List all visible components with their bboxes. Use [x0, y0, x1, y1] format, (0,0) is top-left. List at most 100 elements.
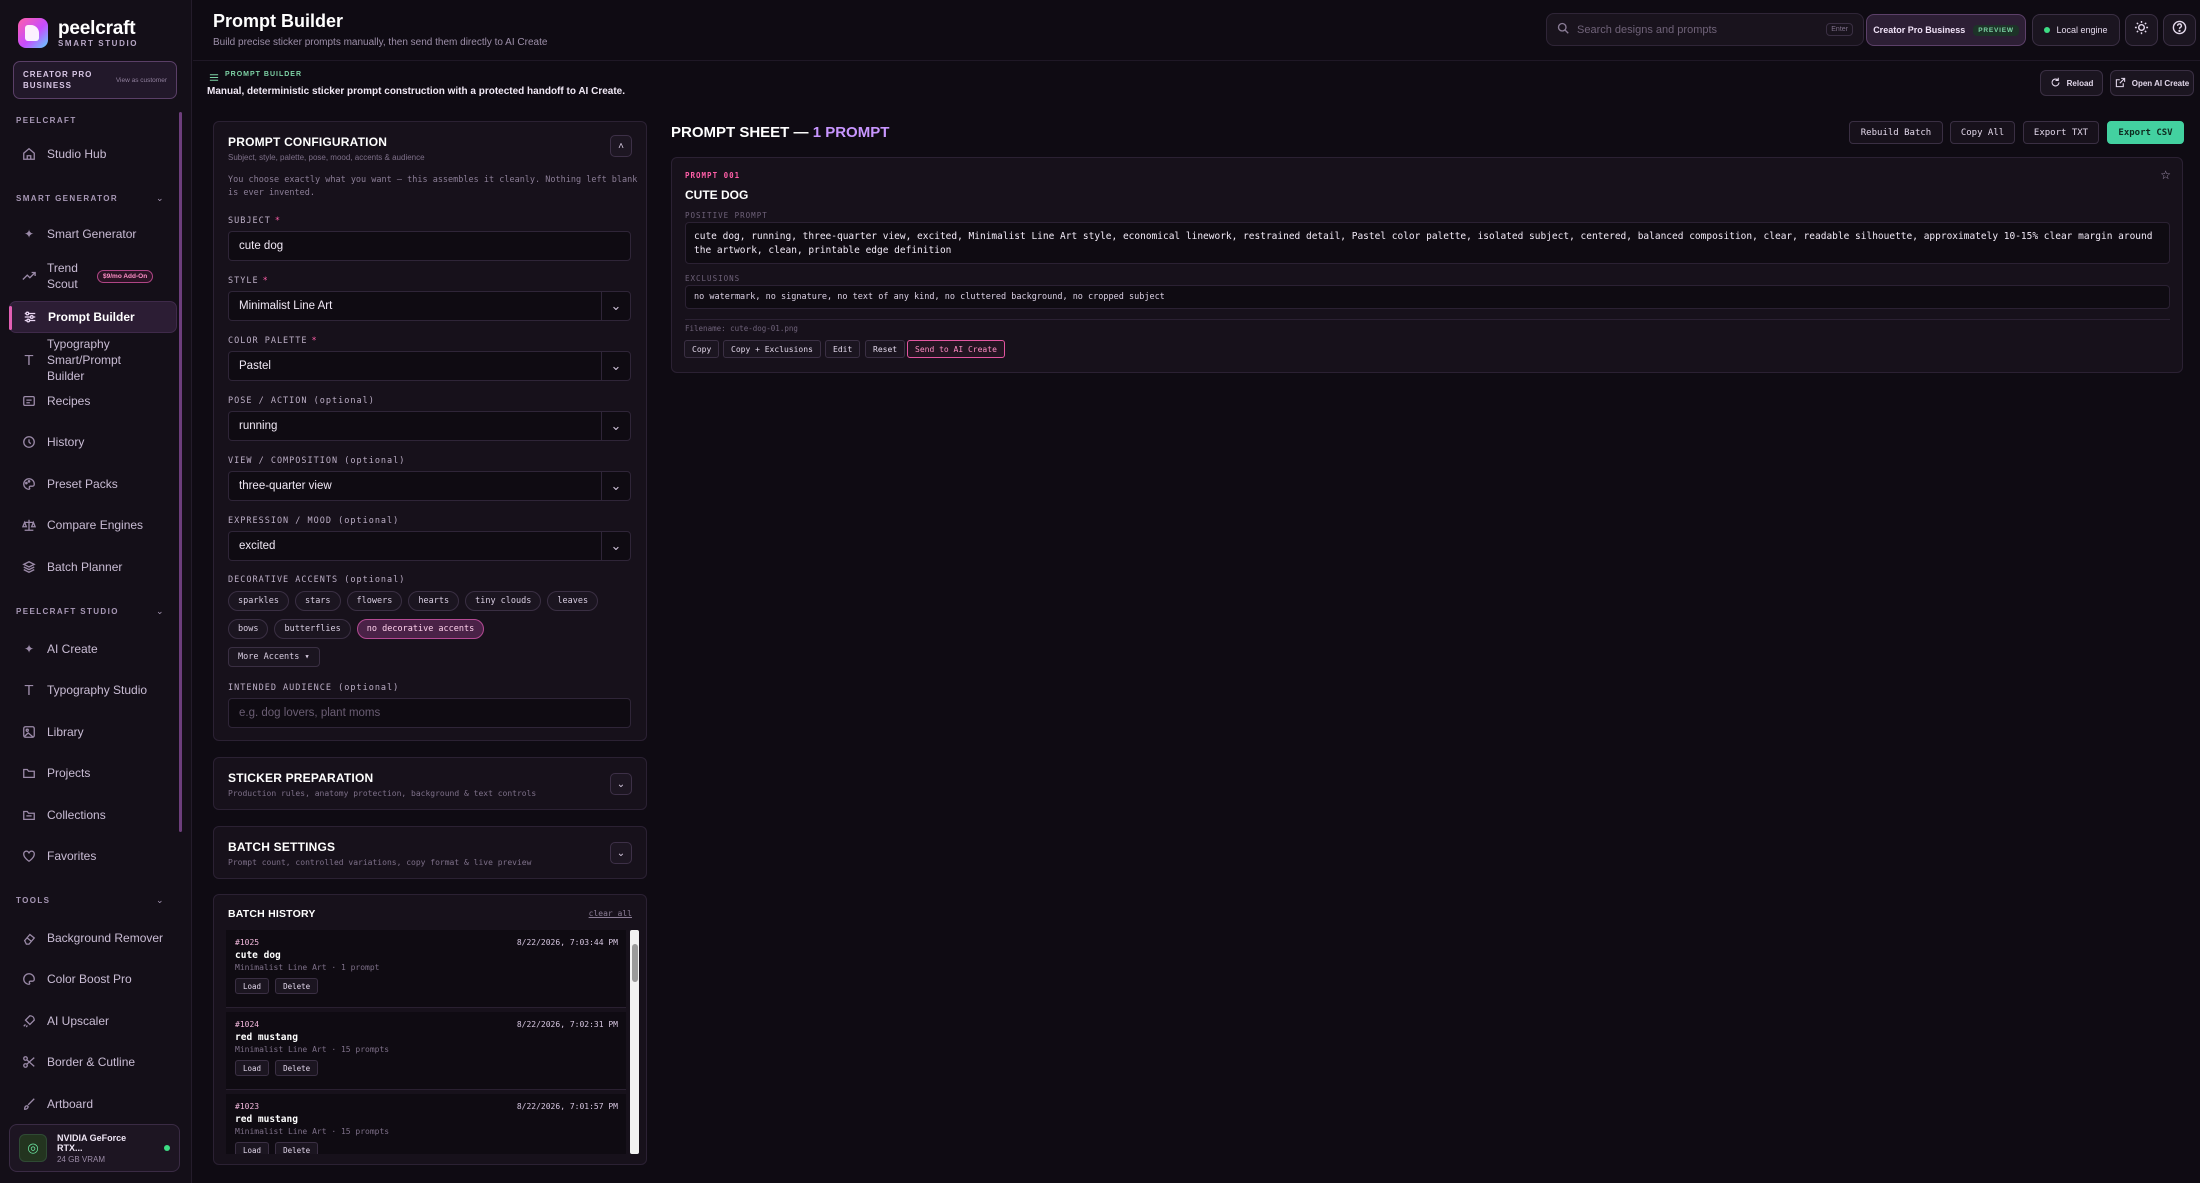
sidebar-scrollbar[interactable]: [179, 112, 182, 832]
accent-chip-stars[interactable]: stars: [294, 591, 341, 611]
palette-select[interactable]: Pastel: [228, 351, 631, 381]
accent-chip-bows[interactable]: bows: [228, 619, 269, 639]
positive-prompt-text[interactable]: cute dog, running, three-quarter view, e…: [685, 222, 2170, 264]
view-as-customer-link[interactable]: View as customer: [116, 77, 167, 84]
export-txt-button[interactable]: Export TXT: [2023, 121, 2099, 144]
accent-chip-butterflies[interactable]: butterflies: [274, 619, 351, 639]
load-button[interactable]: Load: [235, 1060, 270, 1076]
external-link-icon: [2115, 77, 2126, 90]
sidebar-item-trend-scout[interactable]: Trend Scout $9/mo Add-On: [9, 259, 177, 293]
exclusions-text[interactable]: no watermark, no signature, no text of a…: [685, 285, 2170, 309]
batch-settings-panel[interactable]: BATCH SETTINGS Prompt count, controlled …: [213, 826, 647, 879]
delete-button[interactable]: Delete: [275, 1060, 319, 1076]
panel-subtitle: Production rules, anatomy protection, ba…: [228, 789, 537, 798]
audience-input[interactable]: e.g. dog lovers, plant moms: [228, 698, 631, 728]
collection-icon: [21, 807, 37, 823]
chevron-down-icon[interactable]: ⌄: [156, 895, 164, 906]
clear-all-link[interactable]: clear all: [589, 909, 632, 918]
accent-chip-hearts[interactable]: hearts: [408, 591, 460, 611]
view-select[interactable]: three-quarter view: [228, 471, 631, 501]
expand-button[interactable]: ⌄: [610, 773, 632, 795]
copy-exclusions-button[interactable]: Copy + Exclusions: [723, 340, 821, 358]
delete-button[interactable]: Delete: [275, 978, 319, 994]
sidebar-item-history[interactable]: History: [9, 426, 177, 458]
sidebar-item-artboard[interactable]: Artboard: [9, 1088, 177, 1120]
sidebar-item-smart-generator[interactable]: ✦ Smart Generator: [9, 218, 177, 250]
sidebar-item-preset-packs[interactable]: Preset Packs: [9, 468, 177, 500]
delete-button[interactable]: Delete: [275, 1142, 319, 1154]
sidebar-item-projects[interactable]: Projects: [9, 757, 177, 789]
more-accents-button[interactable]: More Accents ▾: [228, 647, 320, 667]
exclusions-label: EXCLUSIONS: [685, 274, 741, 283]
audience-label: INTENDED AUDIENCE (optional): [228, 683, 400, 693]
section-tools[interactable]: TOOLS: [16, 896, 50, 905]
accent-chip-sparkles[interactable]: sparkles: [228, 591, 289, 611]
search-input[interactable]: [1577, 23, 1819, 36]
copy-all-button[interactable]: Copy All: [1950, 121, 2015, 144]
sidebar-item-prompt-builder[interactable]: Prompt Builder: [9, 301, 177, 333]
pose-select[interactable]: running: [228, 411, 631, 441]
sidebar-item-border-cutline[interactable]: Border & Cutline: [9, 1046, 177, 1078]
mood-select[interactable]: excited: [228, 531, 631, 561]
brush-icon: [21, 1096, 37, 1112]
open-ai-create-button[interactable]: Open AI Create: [2110, 70, 2194, 96]
load-button[interactable]: Load: [235, 1142, 270, 1154]
brand-logo-icon: [18, 18, 48, 48]
edit-button[interactable]: Edit: [825, 340, 861, 358]
sticker-preparation-panel[interactable]: STICKER PREPARATION Production rules, an…: [213, 757, 647, 810]
history-item[interactable]: #1025 8/22/2026, 7:03:44 PM cute dog Min…: [226, 930, 626, 1008]
sidebar-item-collections[interactable]: Collections: [9, 799, 177, 831]
theme-toggle-button[interactable]: [2125, 14, 2158, 46]
load-button[interactable]: Load: [235, 978, 270, 994]
palette-icon: [21, 971, 37, 987]
sidebar-item-favorites[interactable]: Favorites: [9, 840, 177, 872]
sidebar-item-ai-create[interactable]: ✦ AI Create: [9, 633, 177, 665]
reload-button[interactable]: Reload: [2040, 70, 2103, 96]
reset-button[interactable]: Reset: [865, 340, 906, 358]
accent-chip-flowers[interactable]: flowers: [346, 591, 403, 611]
subject-input[interactable]: cute dog: [228, 231, 631, 261]
star-icon[interactable]: ☆: [2160, 168, 2171, 182]
send-to-ai-create-button[interactable]: Send to AI Create: [907, 340, 1005, 358]
style-select[interactable]: Minimalist Line Art: [228, 291, 631, 321]
accent-chip-leaves[interactable]: leaves: [547, 591, 599, 611]
history-item[interactable]: #1024 8/22/2026, 7:02:31 PM red mustang …: [226, 1012, 626, 1090]
sidebar-item-batch-planner[interactable]: Batch Planner: [9, 551, 177, 583]
help-button[interactable]: [2163, 14, 2196, 46]
rebuild-batch-button[interactable]: Rebuild Batch: [1849, 121, 1943, 144]
sidebar-item-color-boost[interactable]: Color Boost Pro: [9, 963, 177, 995]
collapse-button[interactable]: ˄: [610, 135, 632, 157]
expand-button[interactable]: ⌄: [610, 842, 632, 864]
sidebar-item-recipes[interactable]: Recipes: [9, 385, 177, 417]
history-scrollbar[interactable]: [630, 930, 639, 1154]
plan-card[interactable]: CREATOR PRO BUSINESS View as customer: [13, 61, 177, 99]
sidebar-item-label: Studio Hub: [47, 147, 107, 161]
engine-status[interactable]: Local engine: [2032, 14, 2120, 46]
chevron-down-icon[interactable]: ⌄: [156, 193, 164, 204]
brand[interactable]: peelcraft SMART STUDIO: [18, 18, 138, 48]
export-csv-button[interactable]: Export CSV: [2107, 121, 2184, 144]
style-label: STYLE *: [228, 276, 269, 286]
sidebar-item-library[interactable]: Library: [9, 716, 177, 748]
chevron-down-icon[interactable]: ⌄: [156, 606, 164, 617]
sidebar-item-compare-engines[interactable]: Compare Engines: [9, 509, 177, 541]
plan-pill[interactable]: Creator Pro Business PREVIEW: [1866, 14, 2026, 46]
sidebar-item-label: Batch Planner: [47, 560, 123, 574]
sidebar-item-studio-hub[interactable]: Studio Hub: [9, 138, 177, 170]
sparkle-icon: ✦: [23, 227, 35, 241]
accent-chip-no-accents[interactable]: no decorative accents: [356, 619, 485, 639]
sidebar-item-label: Border & Cutline: [47, 1055, 136, 1069]
sidebar-item-ai-upscaler[interactable]: AI Upscaler: [9, 1005, 177, 1037]
gpu-status-card[interactable]: ◎ NVIDIA GeForce RTX... 24 GB VRAM: [9, 1124, 180, 1172]
section-peelcraft-studio[interactable]: PEELCRAFT STUDIO: [16, 607, 119, 616]
copy-button[interactable]: Copy: [684, 340, 720, 358]
accent-chip-tiny-clouds[interactable]: tiny clouds: [465, 591, 542, 611]
sidebar-item-typography-builder[interactable]: T Typography Smart/Prompt Builder: [9, 336, 177, 384]
history-item[interactable]: #1023 8/22/2026, 7:01:57 PM red mustang …: [226, 1094, 626, 1154]
sidebar-item-background-remover[interactable]: Background Remover: [9, 922, 177, 954]
history-scroll-thumb[interactable]: [631, 944, 638, 982]
image-icon: [21, 724, 37, 740]
search-bar[interactable]: Enter: [1546, 13, 1864, 46]
section-smart-generator[interactable]: SMART GENERATOR: [16, 194, 118, 203]
sidebar-item-typography-studio[interactable]: T Typography Studio: [9, 674, 177, 706]
